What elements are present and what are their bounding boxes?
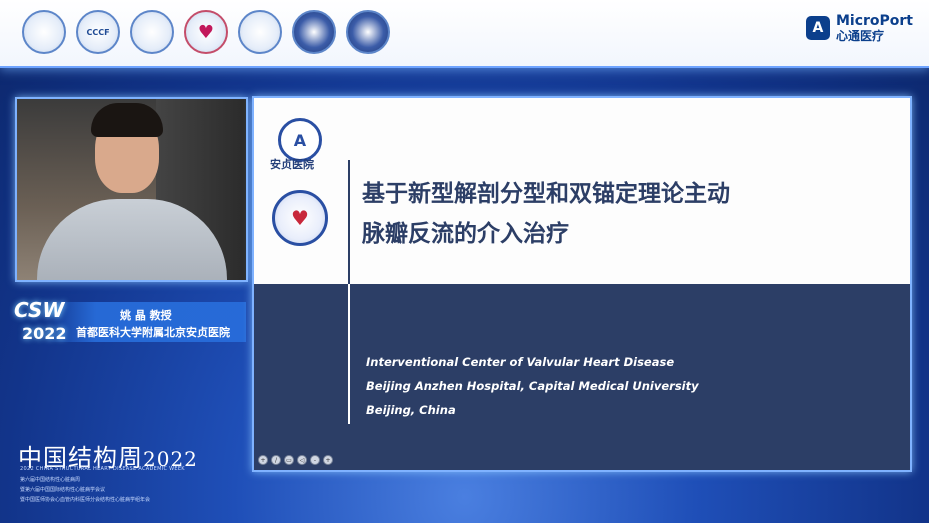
slide-title-line-1: 基于新型解剖分型和双锚定理论主动 xyxy=(362,181,730,207)
slide-institution-info: Interventional Center of Valvular Heart … xyxy=(366,350,699,422)
slide-title: 基于新型解剖分型和双锚定理论主动 脉瓣反流的介入治疗 xyxy=(362,174,892,254)
event-subtitle-en: 2022 CHINA STRUCTURAL HEART DISEASE ACAD… xyxy=(20,466,185,472)
society-logo-7 xyxy=(346,10,390,54)
csw-logo-year: 2022 xyxy=(22,324,67,343)
brand-name-cn: 心通医疗 xyxy=(835,29,884,43)
slide-title-line-2: 脉瓣反流的介入治疗 xyxy=(362,221,569,247)
speaker-hair xyxy=(91,103,163,137)
event-line-1: 第六届中国结构性心脏病周 xyxy=(20,477,81,483)
society-logo-6 xyxy=(292,10,336,54)
brand-name-en: MicroPort xyxy=(835,13,913,29)
valvular-center-logo: ♥ xyxy=(272,190,328,246)
csw-logo-text: CSW xyxy=(14,298,65,322)
slide-divider-line xyxy=(348,160,350,284)
sponsor-logo-row: CCCF ♥ xyxy=(22,10,390,54)
slide-control-bar: + / ▭ ◁ - + xyxy=(258,455,333,465)
info-line-2: Beijing Anzhen Hospital, Capital Medical… xyxy=(366,379,699,393)
society-logo-1 xyxy=(22,10,66,54)
event-line-3: 暨中国医师协会心血管内科医师分会结构性心脏病学组年会 xyxy=(20,497,151,503)
heart-hands-logo: ♥ xyxy=(184,10,228,54)
info-line-3: Beijing, China xyxy=(366,403,456,417)
zoom-out-icon[interactable]: - xyxy=(310,455,320,465)
microport-logo-icon: A xyxy=(805,16,830,40)
speaker-video xyxy=(15,97,248,282)
pen-icon[interactable]: / xyxy=(271,455,281,465)
cccf-logo: CCCF xyxy=(76,10,120,54)
previous-icon[interactable]: ◁ xyxy=(297,455,307,465)
event-line-2: 暨第六届中国国际结构性心脏病学会议 xyxy=(20,487,106,493)
microport-brand: A MicroPort 心通医疗 xyxy=(805,13,913,43)
slide-divider-line-lower xyxy=(348,284,350,424)
top-banner: CCCF ♥ A MicroPort 心通医疗 xyxy=(0,0,929,68)
info-line-1: Interventional Center of Valvular Heart … xyxy=(366,355,675,369)
speaker-affiliation: 首都医科大学附属北京安贞医院 xyxy=(76,326,230,339)
hospital-name: 安贞医院 xyxy=(270,158,314,171)
speaker-name: 姚 晶 教授 xyxy=(120,309,172,322)
add-icon[interactable]: + xyxy=(323,455,333,465)
society-logo-5 xyxy=(238,10,282,54)
screen-icon[interactable]: ▭ xyxy=(284,455,294,465)
society-logo-3 xyxy=(130,10,174,54)
zoom-in-icon[interactable]: + xyxy=(258,455,268,465)
presentation-slide: A 安贞医院 ♥ 基于新型解剖分型和双锚定理论主动 脉瓣反流的介入治疗 Inte… xyxy=(252,96,912,472)
